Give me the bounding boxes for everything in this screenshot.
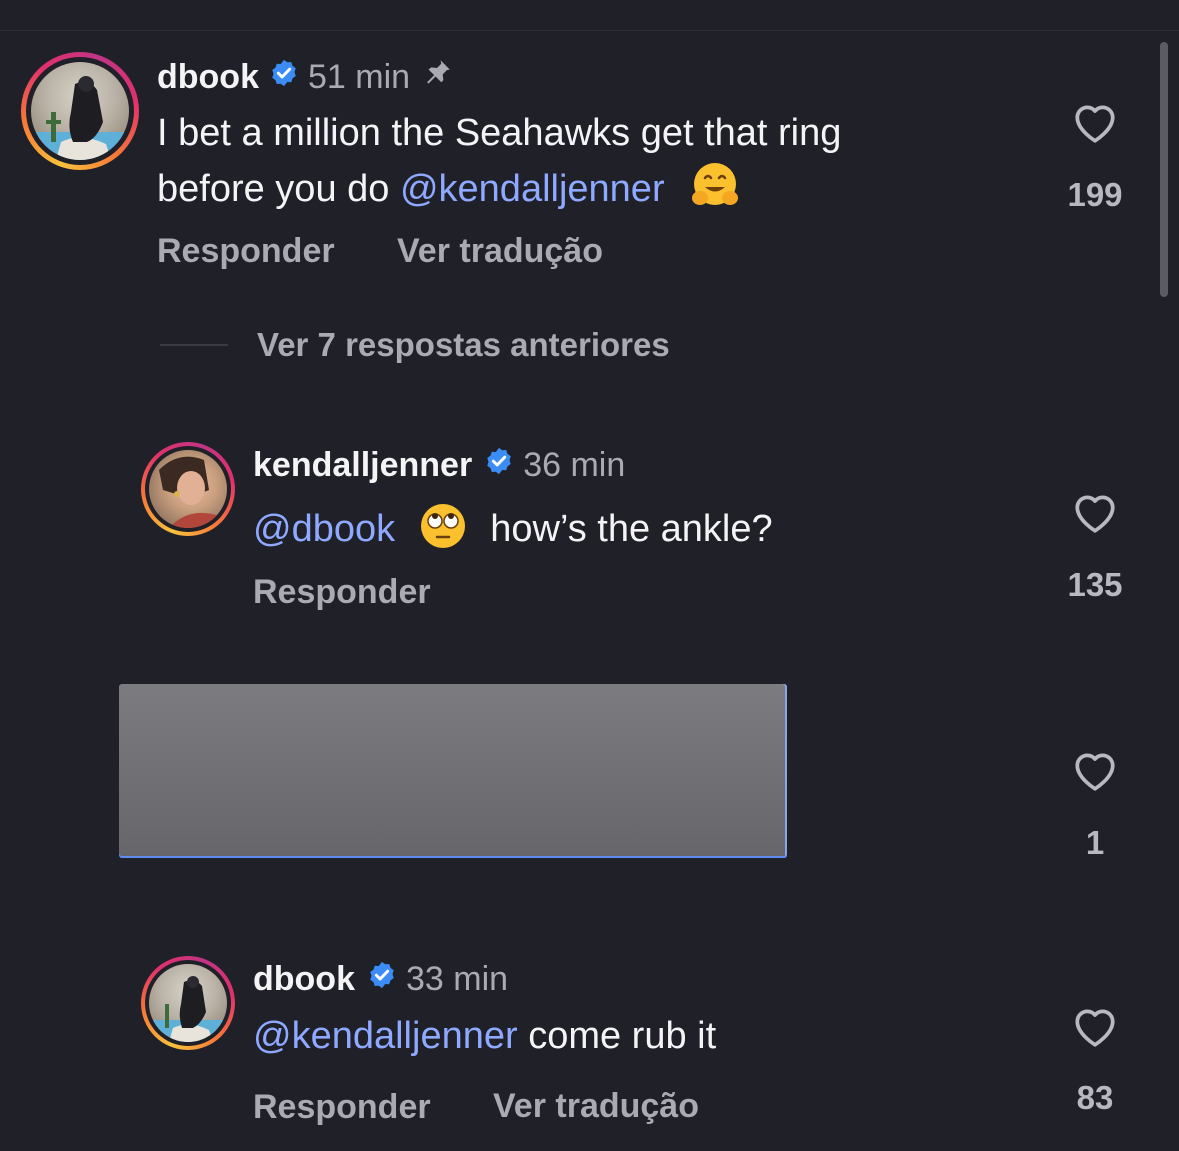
comment-header: dbook 51 min bbox=[157, 56, 454, 99]
translate-button[interactable]: Ver tradução bbox=[493, 1087, 699, 1126]
like-count: 1 bbox=[1085, 824, 1105, 861]
rolling-eyes-emoji bbox=[418, 501, 468, 561]
reply-header: kendalljenner 36 min bbox=[253, 446, 625, 485]
verified-badge-icon bbox=[367, 960, 397, 999]
like-count: 83 bbox=[1076, 1079, 1114, 1116]
timestamp: 36 min bbox=[523, 446, 626, 484]
avatar-dbook[interactable] bbox=[141, 956, 235, 1050]
mention-link[interactable]: @kendalljenner bbox=[400, 168, 665, 210]
verified-badge-icon bbox=[269, 58, 299, 97]
comment-text-line-2: before you do @kendalljenner bbox=[157, 160, 741, 222]
reply-header: dbook 33 min bbox=[253, 960, 508, 999]
like-count: 199 bbox=[1067, 176, 1123, 213]
reply-text-body: come rub it bbox=[517, 1015, 717, 1057]
view-previous-replies-button[interactable]: Ver 7 respostas anteriores bbox=[257, 326, 670, 364]
like-count: 135 bbox=[1067, 566, 1123, 603]
scrollbar[interactable] bbox=[1160, 42, 1168, 297]
reply-text: @kendalljenner come rub it bbox=[253, 1015, 716, 1058]
reply-button[interactable]: Responder bbox=[253, 1088, 431, 1127]
avatar-kendalljenner[interactable] bbox=[141, 442, 235, 536]
mention-link[interactable]: @kendalljenner bbox=[253, 1015, 518, 1057]
reply-button[interactable]: Responder bbox=[157, 232, 335, 271]
timestamp: 51 min bbox=[307, 58, 411, 96]
comment-text: before you do bbox=[157, 168, 400, 211]
heart-icon[interactable] bbox=[1070, 746, 1120, 797]
reply-text-body: how’s the ankle? bbox=[490, 508, 773, 551]
verified-badge-icon bbox=[484, 446, 514, 485]
username[interactable]: kendalljenner bbox=[253, 446, 472, 485]
mention-link[interactable]: @dbook bbox=[253, 508, 395, 550]
pin-icon bbox=[420, 56, 454, 99]
reply-button[interactable]: Responder bbox=[253, 573, 431, 612]
avatar-dbook[interactable] bbox=[21, 52, 139, 170]
timestamp: 33 min bbox=[405, 960, 509, 998]
redacted-comment bbox=[119, 684, 787, 858]
reply-text: @dbook how’s the ankle? bbox=[253, 501, 773, 561]
comment-text-line-1: I bet a million the Seahawks get that ri… bbox=[157, 112, 842, 154]
translate-button[interactable]: Ver tradução bbox=[397, 232, 603, 271]
username[interactable]: dbook bbox=[253, 960, 355, 999]
heart-icon[interactable] bbox=[1070, 488, 1120, 539]
heart-icon[interactable] bbox=[1070, 1002, 1120, 1053]
view-replies-divider bbox=[160, 344, 228, 346]
heart-icon[interactable] bbox=[1070, 98, 1120, 149]
top-divider bbox=[0, 30, 1179, 31]
hugging-face-emoji bbox=[689, 160, 741, 222]
username[interactable]: dbook bbox=[157, 58, 259, 97]
